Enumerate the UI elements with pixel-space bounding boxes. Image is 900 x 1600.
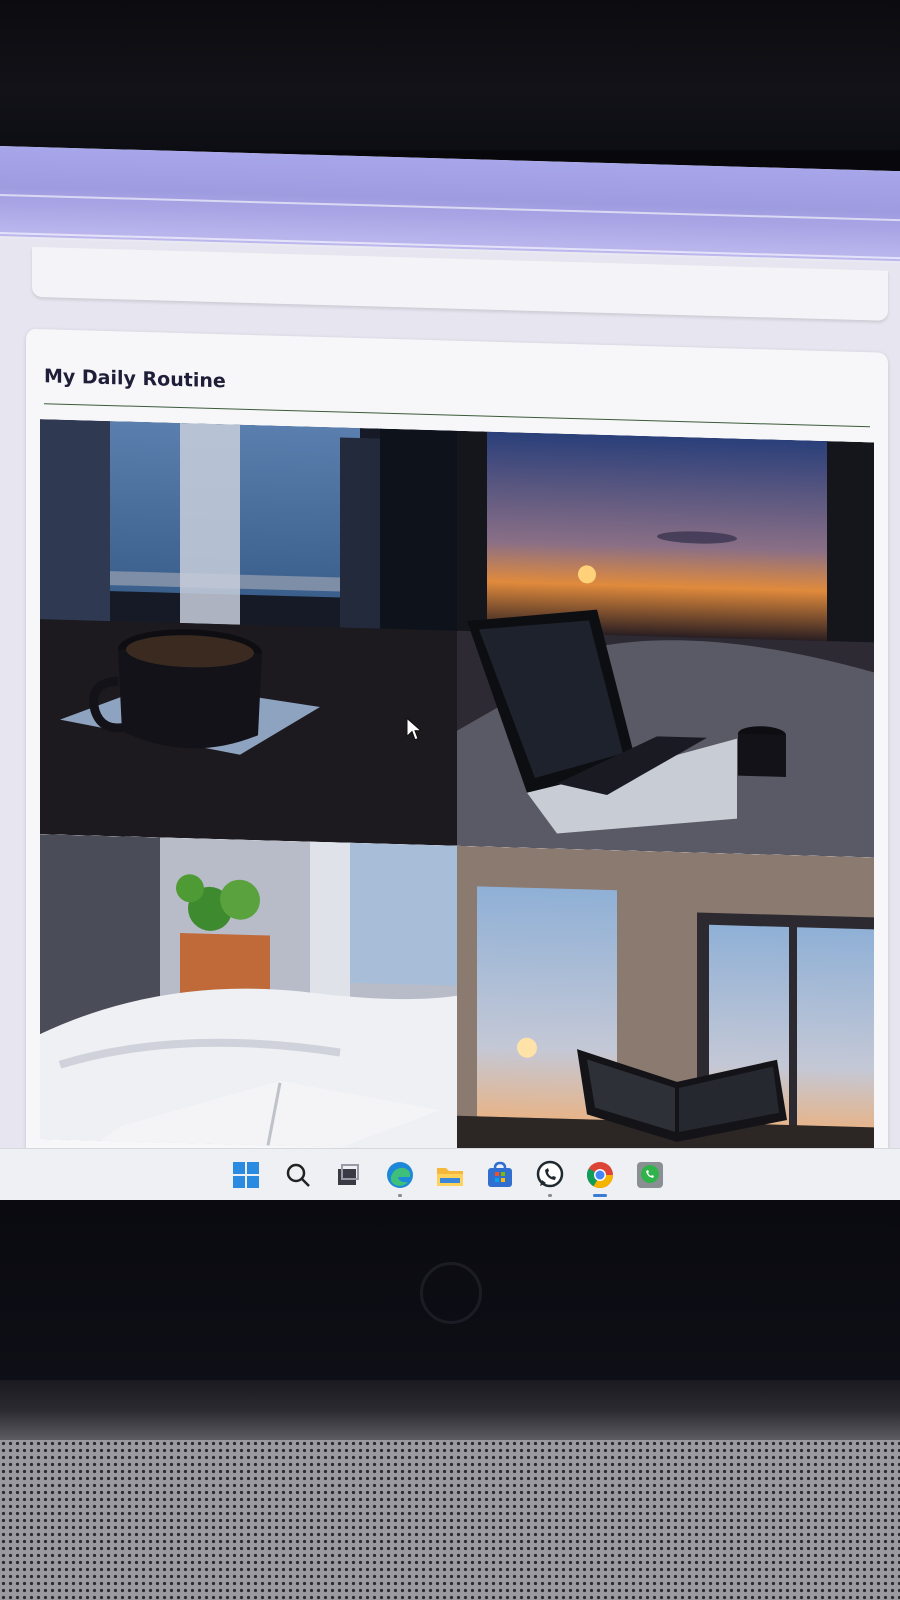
open-indicator — [398, 1194, 402, 1197]
laptop-hinge — [0, 1380, 900, 1440]
mouse-cursor-icon — [406, 717, 422, 741]
windows-taskbar — [0, 1148, 900, 1201]
laptop-sunset-image — [457, 430, 874, 858]
whatsapp-business-icon[interactable] — [634, 1159, 666, 1191]
chrome-icon[interactable] — [584, 1159, 616, 1197]
reading-book-window-photo[interactable] — [457, 845, 874, 1163]
microsoft-store-icon[interactable] — [484, 1159, 516, 1191]
task-view-icon[interactable] — [332, 1159, 364, 1191]
daily-routine-card: My Daily Routine — [26, 328, 888, 1203]
card-title: My Daily Routine — [44, 365, 226, 393]
search-icon[interactable] — [282, 1159, 314, 1191]
file-explorer-icon[interactable] — [434, 1159, 466, 1191]
edge-icon[interactable] — [384, 1159, 416, 1197]
open-indicator — [548, 1194, 552, 1197]
coffee-cup-window-image — [40, 419, 457, 846]
laptop-speaker-grille — [0, 1440, 900, 1600]
browser-bar-divider — [0, 194, 900, 222]
photo-grid — [40, 419, 874, 1163]
laptop-screen: My Daily Routine — [0, 146, 900, 1244]
whatsapp-icon[interactable] — [534, 1159, 566, 1197]
laptop-logo — [420, 1262, 482, 1324]
coffee-cup-window-photo[interactable] — [40, 419, 457, 846]
windows-start-icon[interactable] — [230, 1159, 262, 1191]
bed-plant-book-image — [40, 834, 457, 1151]
active-indicator — [593, 1194, 607, 1197]
laptop-bezel-top — [0, 0, 900, 150]
reading-book-image — [457, 845, 874, 1163]
laptop-sunset-bed-photo[interactable] — [457, 430, 874, 858]
bed-plant-book-photo[interactable] — [40, 834, 457, 1151]
